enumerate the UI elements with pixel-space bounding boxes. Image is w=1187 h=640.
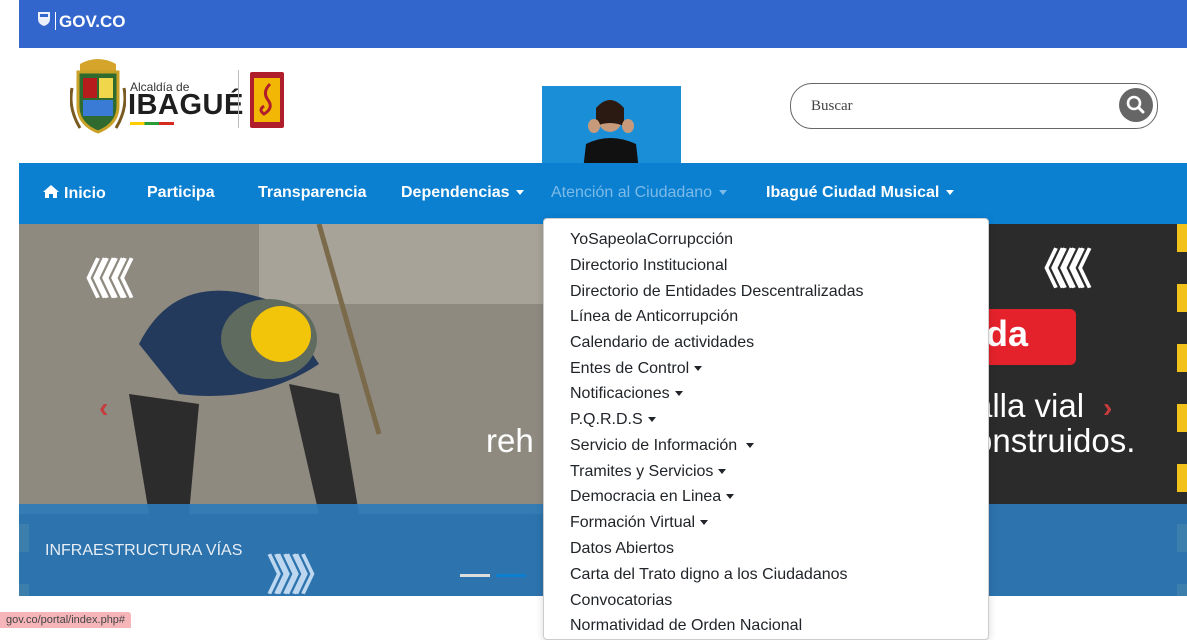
treble-clef-icon [254, 78, 280, 122]
nav-item-inicio[interactable]: Inicio [42, 184, 106, 203]
nav-item-transparencia[interactable]: Transparencia [258, 184, 367, 202]
menu-label: Democracia en Linea [570, 488, 722, 505]
chevron-down-icon [946, 190, 955, 196]
nav-item-atencion-ciudadano[interactable]: Atención al Ciudadano [551, 184, 728, 202]
chevron-down-icon [694, 366, 703, 372]
logo-flag-stripe [130, 122, 174, 125]
menu-label: Notificaciones [570, 385, 670, 402]
carousel-prev-arrow-icon[interactable]: ‹ [99, 392, 108, 424]
menu-item-directorio-institucional[interactable]: Directorio Institucional [570, 257, 727, 275]
menu-item-pqrds[interactable]: P.Q.R.D.S [570, 411, 656, 429]
menu-label: Tramites y Servicios [570, 463, 714, 480]
menu-item-tramites-servicios[interactable]: Tramites y Servicios [570, 463, 727, 481]
chevron-down-icon [700, 520, 709, 526]
nav-label: Dependencias [401, 184, 510, 201]
status-bar-url: gov.co/portal/index.php# [0, 612, 132, 628]
gov-divider [55, 12, 56, 30]
menu-label: Formación Virtual [570, 514, 696, 531]
chevron-down-icon [674, 391, 683, 397]
chevron-down-icon [516, 190, 525, 196]
main-nav: Inicio Participa Transparencia Dependenc… [19, 163, 1187, 224]
menu-item-democracia-linea[interactable]: Democracia en Linea [570, 488, 735, 506]
menu-item-formacion-virtual[interactable]: Formación Virtual [570, 514, 709, 532]
carousel-next-arrow-icon[interactable]: › [1103, 392, 1112, 424]
chevron-down-icon [647, 417, 656, 423]
hero-caption: INFRAESTRUCTURA VÍAS [45, 542, 243, 559]
nav-item-participa[interactable]: Participa [147, 184, 215, 202]
nav-label: Transparencia [258, 184, 367, 201]
carousel-indicators [460, 564, 532, 582]
ibague-coat-of-arms-icon [70, 59, 126, 134]
gov-co-link[interactable]: GOV.CO [59, 12, 125, 32]
nav-item-dependencias[interactable]: Dependencias [401, 184, 525, 202]
gov-co-bar: GOV.CO [19, 0, 1187, 48]
hero-badge-text: da [986, 313, 1029, 354]
nav-item-ibague-ciudad-musical[interactable]: Ibagué Ciudad Musical [766, 184, 955, 202]
search-input[interactable] [809, 94, 1093, 118]
nav-label: Participa [147, 184, 215, 201]
hero-badge: da [976, 309, 1076, 365]
search-icon [1126, 95, 1145, 114]
menu-label: Entes de Control [570, 360, 690, 377]
decorative-chevrons-left: 《《《《 [65, 256, 134, 303]
nav-label: Atención al Ciudadano [551, 184, 713, 201]
chevron-down-icon [726, 494, 735, 500]
logo-separator [238, 70, 239, 128]
chevron-down-icon [718, 469, 727, 475]
carousel-indicator[interactable] [460, 574, 490, 577]
menu-item-datos-abiertos[interactable]: Datos Abiertos [570, 540, 674, 558]
menu-label: P.Q.R.D.S [570, 411, 643, 428]
hero-headline-line2-right: onstruidos. [974, 422, 1136, 459]
colombia-shield-icon [38, 12, 50, 26]
menu-item-calendario[interactable]: Calendario de actividades [570, 334, 754, 352]
carousel-indicator-active[interactable] [496, 574, 526, 577]
menu-item-linea-anticorrupcion[interactable]: Línea de Anticorrupción [570, 308, 738, 326]
menu-item-convocatorias[interactable]: Convocatorias [570, 592, 672, 610]
nav-label: Inicio [64, 185, 106, 202]
menu-item-notificaciones[interactable]: Notificaciones [570, 385, 683, 403]
logo-title: IBAGUÉ [128, 89, 244, 121]
chevron-down-icon [746, 443, 755, 449]
nav-label: Ibagué Ciudad Musical [766, 184, 940, 201]
search-box [790, 83, 1158, 129]
menu-item-entes-control[interactable]: Entes de Control [570, 360, 703, 378]
menu-item-yosapeolacorrupccion[interactable]: YoSapeolaCorrupcción [570, 231, 733, 249]
search-button[interactable] [1119, 88, 1153, 122]
menu-item-directorio-entidades[interactable]: Directorio de Entidades Descentralizadas [570, 283, 863, 301]
atencion-ciudadano-dropdown: YoSapeolaCorrupcción Directorio Instituc… [543, 218, 989, 640]
menu-item-normatividad-nacional[interactable]: Normatividad de Orden Nacional [570, 617, 802, 635]
menu-item-carta-trato-digno[interactable]: Carta del Trato digno a los Ciudadanos [570, 566, 848, 584]
ibague-musical-logo[interactable] [250, 72, 284, 128]
home-icon [43, 185, 59, 198]
chevron-down-icon [719, 190, 728, 196]
decorative-chevrons-right: 《《《《 [1023, 246, 1092, 293]
decorative-chevrons-bottom: 》》》》 [267, 552, 336, 596]
menu-label: Servicio de Información [570, 437, 738, 454]
hero-headline-line2-left: reh [486, 422, 534, 459]
hero-headline-line1: alla vial [974, 387, 1085, 424]
menu-item-servicio-informacion[interactable]: Servicio de Información [570, 437, 755, 455]
